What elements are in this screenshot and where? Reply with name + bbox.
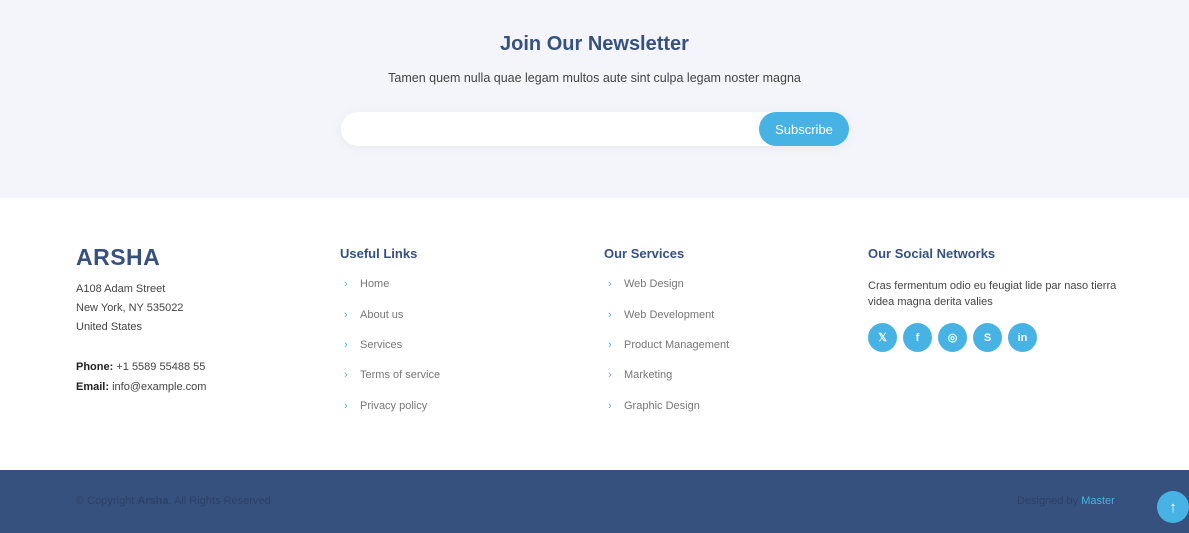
footer-bottom: © Copyright Arsha. All Rights Reserved D… [0, 470, 1189, 533]
address-line-3: United States [76, 321, 143, 333]
credits-link[interactable]: Master [1081, 495, 1115, 507]
email-row: Email: info@example.com [76, 381, 206, 393]
social-links: 𝕏 f ◎ S in [868, 323, 1043, 352]
newsletter-section: Join Our Newsletter Tamen quem nulla qua… [0, 0, 1189, 198]
copyright-prefix: © Copyright [76, 495, 135, 507]
chevron-right-icon: › [344, 339, 348, 351]
social-title: Our Social Networks [868, 246, 996, 261]
linkedin-icon[interactable]: in [1008, 323, 1037, 352]
useful-link-label: Home [360, 278, 390, 290]
copyright-brand: Arsha [137, 495, 169, 507]
chevron-right-icon: › [608, 400, 612, 412]
useful-link-label: Services [360, 339, 403, 351]
chevron-right-icon: › [344, 400, 348, 412]
subscribe-button[interactable]: Subscribe [759, 112, 849, 146]
useful-link-label: Terms of service [360, 369, 441, 381]
useful-link-terms[interactable]: › Terms of service [344, 369, 440, 381]
copyright: © Copyright Arsha. All Rights Reserved [76, 495, 271, 507]
email-value: info@example.com [112, 381, 207, 393]
useful-links-title: Useful Links [340, 246, 418, 261]
address-line-1: A108 Adam Street [76, 283, 166, 295]
phone-row: Phone: +1 5589 55488 55 [76, 361, 205, 373]
credits: Designed by Master [1017, 495, 1115, 507]
service-link-label: Web Design [624, 278, 684, 290]
email-label: Email: [76, 381, 110, 393]
useful-link-privacy[interactable]: › Privacy policy [344, 400, 427, 412]
newsletter-text: Tamen quem nulla quae legam multos aute … [388, 71, 801, 85]
service-link-label: Web Development [624, 309, 715, 321]
useful-link-home[interactable]: › Home [344, 278, 389, 290]
service-link-label: Marketing [624, 369, 673, 381]
social-text: Cras fermentum odio eu feugiat lide par … [868, 280, 1117, 308]
newsletter-title: Join Our Newsletter [500, 33, 689, 55]
address-line-2: New York, NY 535022 [76, 302, 184, 314]
services-title: Our Services [604, 246, 685, 261]
chevron-right-icon: › [608, 309, 612, 321]
facebook-icon[interactable]: f [903, 323, 932, 352]
service-link-label: Graphic Design [624, 400, 700, 412]
newsletter-email-input[interactable] [351, 117, 751, 141]
chevron-right-icon: › [344, 278, 348, 290]
phone-label: Phone: [76, 361, 114, 373]
skype-icon[interactable]: S [973, 323, 1002, 352]
instagram-icon[interactable]: ◎ [938, 323, 967, 352]
chevron-right-icon: › [344, 369, 348, 381]
useful-link-label: Privacy policy [360, 400, 428, 412]
arrow-up-icon: ↑ [1169, 498, 1177, 516]
useful-link-label: About us [360, 309, 404, 321]
chevron-right-icon: › [608, 339, 612, 351]
chevron-right-icon: › [608, 278, 612, 290]
credits-prefix: Designed by [1017, 495, 1079, 507]
footer-top: ARSHA A108 Adam Street New York, NY 5350… [0, 198, 1189, 470]
copyright-suffix: . All Rights Reserved [168, 495, 271, 507]
service-link-web-design[interactable]: › Web Design [608, 278, 684, 290]
chevron-right-icon: › [344, 309, 348, 321]
useful-link-about[interactable]: › About us [344, 309, 403, 321]
brand-logo: ARSHA [76, 244, 161, 270]
chevron-right-icon: › [608, 369, 612, 381]
newsletter-form: Subscribe [341, 112, 849, 146]
service-link-marketing[interactable]: › Marketing [608, 369, 672, 381]
phone-value: +1 5589 55488 55 [116, 361, 206, 373]
service-link-label: Product Management [624, 339, 730, 351]
service-link-product-management[interactable]: › Product Management [608, 339, 729, 351]
twitter-icon[interactable]: 𝕏 [868, 323, 897, 352]
back-to-top-button[interactable]: ↑ [1157, 491, 1189, 523]
useful-link-services[interactable]: › Services [344, 339, 402, 351]
service-link-graphic-design[interactable]: › Graphic Design [608, 400, 700, 412]
service-link-web-development[interactable]: › Web Development [608, 309, 714, 321]
